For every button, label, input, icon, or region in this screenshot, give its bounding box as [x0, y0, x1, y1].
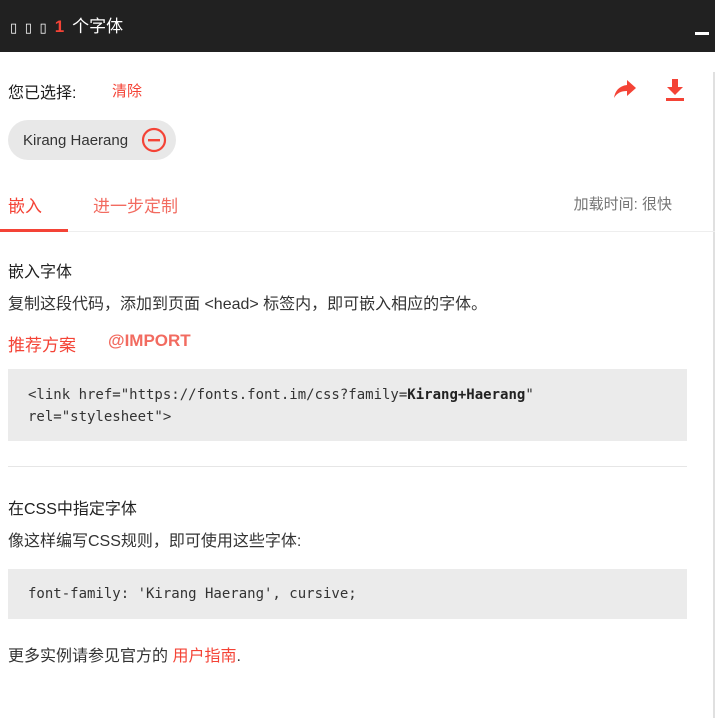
selected-label: 您已选择: — [8, 85, 77, 102]
more-text: 更多实例请参见官方的 — [8, 648, 173, 665]
more-end: . — [236, 648, 241, 665]
css-description: 像这样编写CSS规则，即可使用这些字体: — [8, 533, 302, 550]
embed-heading: 嵌入字体 — [8, 264, 73, 281]
css-code-block[interactable]: font-family: 'Kirang Haerang', cursive; — [8, 569, 687, 619]
drawer-header: ▯ ▯ ▯ 1 个字体 — [0, 0, 715, 52]
clear-button[interactable]: 清除 — [112, 80, 142, 101]
font-count: 1 — [54, 17, 65, 36]
drawer-title: ▯ ▯ ▯ 1 个字体 — [10, 12, 123, 37]
download-icon[interactable] — [664, 78, 686, 102]
title-prefix: ▯ ▯ ▯ — [10, 20, 49, 35]
section-divider — [8, 466, 687, 467]
option-standard[interactable]: 推荐方案 — [8, 331, 76, 356]
selected-font-chip: Kirang Haerang — [8, 120, 176, 160]
tab-embed[interactable]: 嵌入 — [8, 192, 42, 217]
user-guide-link[interactable]: 用户指南 — [172, 648, 236, 665]
share-arrow-icon[interactable] — [613, 78, 637, 100]
embed-code-block[interactable]: <link href="https://fonts.font.im/css?fa… — [8, 369, 687, 441]
embed-description: 复制这段代码，添加到页面 <head> 标签内，即可嵌入相应的字体。 — [8, 296, 488, 313]
title-suffix: 个字体 — [72, 17, 124, 36]
tab-bar: 嵌入 进一步定制 加载时间: 很快 — [0, 180, 715, 232]
remove-circle-icon[interactable] — [141, 127, 167, 153]
minimize-button[interactable] — [695, 32, 709, 35]
chip-font-name: Kirang Haerang — [23, 131, 129, 149]
css-heading: 在CSS中指定字体 — [8, 501, 137, 518]
code-family: Kirang+Haerang — [407, 387, 526, 403]
active-tab-indicator — [0, 229, 68, 232]
more-examples: 更多实例请参见官方的 用户指南. — [8, 642, 241, 666]
option-import[interactable]: @IMPORT — [108, 331, 191, 351]
load-time: 加载时间: 很快 — [573, 196, 672, 213]
tab-customize[interactable]: 进一步定制 — [93, 192, 178, 217]
code-prefix: <link href="https://fonts.font.im/css?fa… — [28, 387, 408, 403]
